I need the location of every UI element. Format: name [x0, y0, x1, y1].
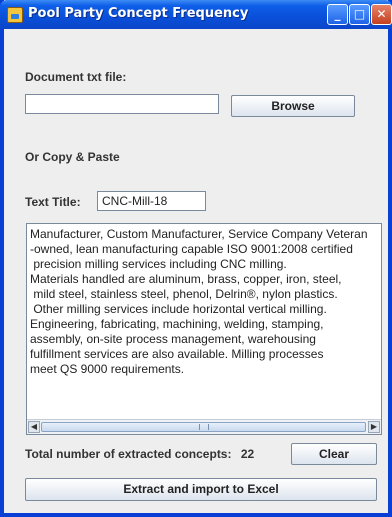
text-title-label: Text Title:: [25, 195, 81, 209]
scroll-left-arrow-icon[interactable]: ◀: [28, 421, 40, 433]
total-concepts-value: 22: [240, 447, 255, 461]
title-bar: Pool Party Concept Frequency _ □ ✕: [0, 0, 392, 29]
browse-button[interactable]: Browse: [231, 95, 355, 117]
text-title-input[interactable]: [97, 191, 206, 211]
minimize-button[interactable]: _: [327, 4, 348, 25]
maximize-button[interactable]: □: [349, 4, 370, 25]
document-file-label: Document txt file:: [25, 70, 127, 84]
clear-button[interactable]: Clear: [291, 443, 377, 465]
total-concepts-label: Total number of extracted concepts: 22: [25, 447, 254, 461]
scroll-right-arrow-icon[interactable]: ▶: [368, 421, 380, 433]
extract-import-button[interactable]: Extract and import to Excel: [25, 478, 377, 501]
app-icon: [7, 7, 23, 23]
app-window: Pool Party Concept Frequency _ □ ✕ Docum…: [0, 0, 392, 517]
horizontal-scrollbar[interactable]: ◀ ▶: [27, 419, 381, 434]
document-path-input[interactable]: [25, 94, 219, 114]
scroll-grip-icon: [199, 424, 209, 430]
window-title: Pool Party Concept Frequency: [28, 6, 249, 21]
total-concepts-text: Total number of extracted concepts:: [25, 447, 232, 461]
copy-paste-label: Or Copy & Paste: [25, 150, 120, 164]
text-body-area[interactable]: Manufacturer, Custom Manufacturer, Servi…: [26, 223, 382, 435]
scroll-thumb[interactable]: [41, 422, 366, 432]
text-body-content[interactable]: Manufacturer, Custom Manufacturer, Servi…: [30, 227, 382, 413]
close-button[interactable]: ✕: [371, 4, 392, 25]
